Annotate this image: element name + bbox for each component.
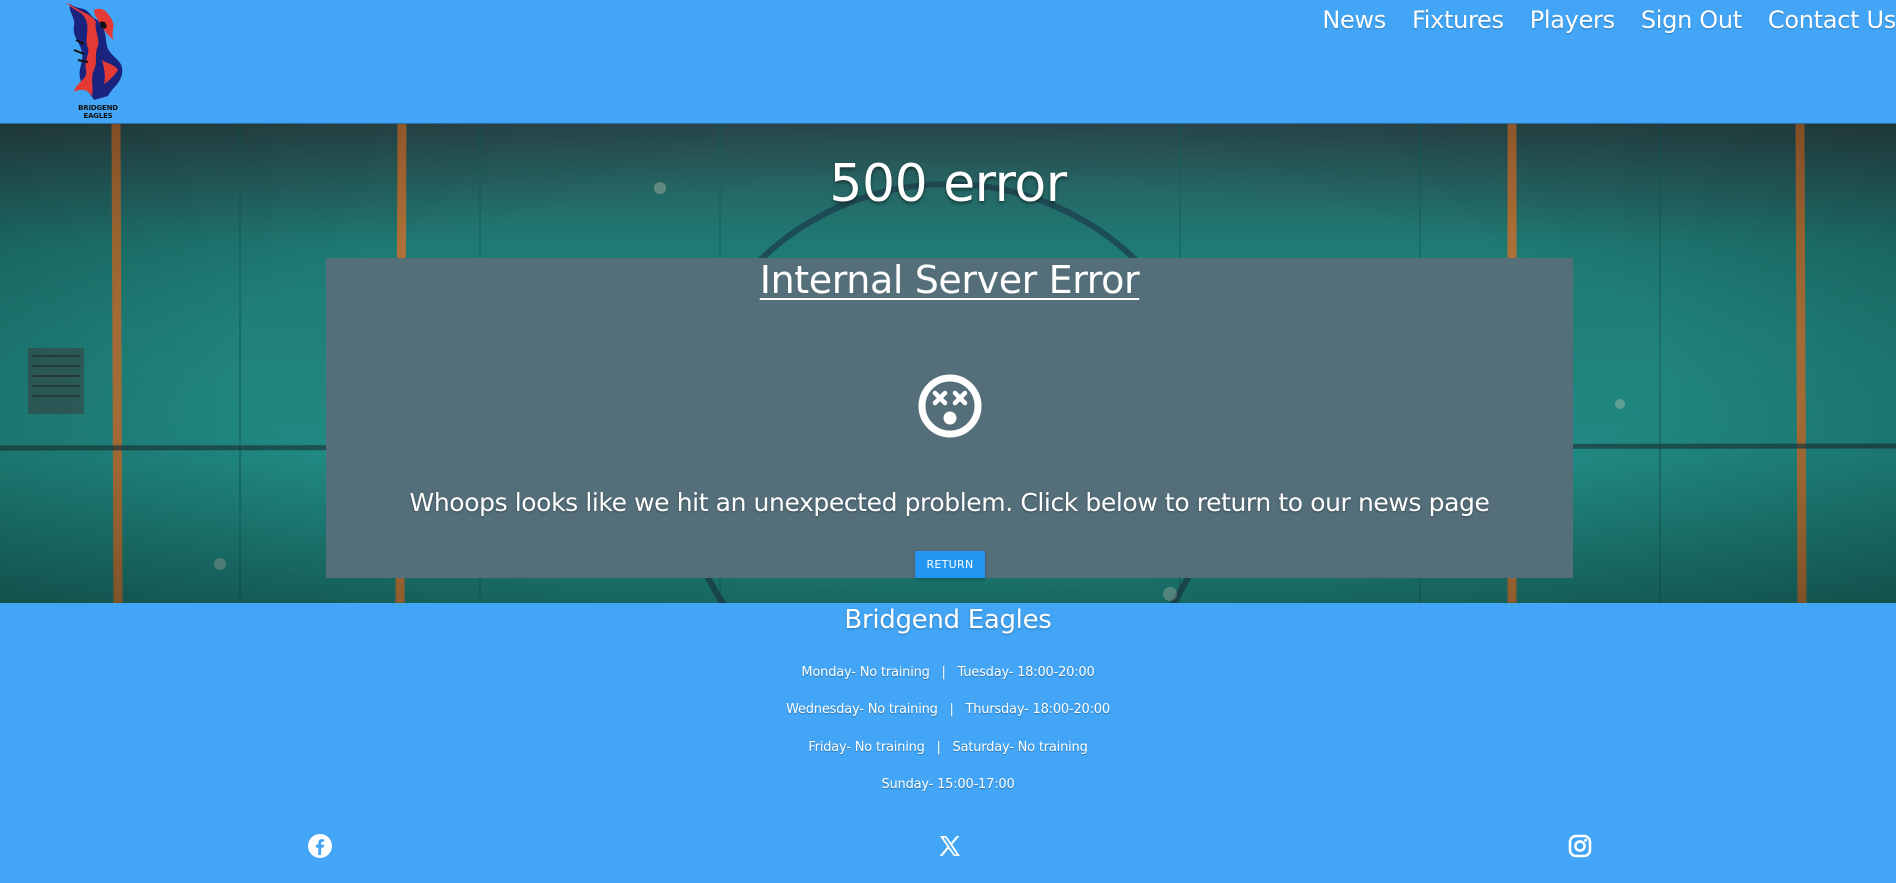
logo-text: BRIDGEND EAGLES	[78, 104, 118, 120]
site-header: BRIDGEND EAGLES News Fixtures Players Si…	[0, 0, 1896, 124]
main-nav: News Fixtures Players Sign Out Contact U…	[1322, 6, 1896, 34]
eagle-logo[interactable]: BRIDGEND EAGLES	[64, 0, 132, 122]
instagram-icon[interactable]	[1567, 833, 1593, 859]
hours-line: Friday- No training | Saturday- No train…	[808, 740, 1088, 755]
eagle-logo-icon	[66, 2, 123, 100]
site-footer: Bridgend Eagles Monday- No training | Tu…	[0, 603, 1896, 883]
footer-title: Bridgend Eagles	[844, 605, 1052, 635]
nav-contact-us[interactable]: Contact Us	[1768, 6, 1896, 34]
error-message: Whoops looks like we hit an unexpected p…	[409, 488, 1490, 517]
error-title: 500 error	[829, 154, 1067, 214]
error-heading: Internal Server Error	[759, 258, 1140, 302]
error-panel: Internal Server Error Whoops looks like …	[326, 258, 1573, 578]
nav-players[interactable]: Players	[1530, 6, 1615, 34]
hours-line: Monday- No training | Tuesday- 18:00-20:…	[801, 665, 1095, 680]
nav-news[interactable]: News	[1322, 6, 1386, 34]
dizzy-face-icon	[918, 374, 982, 438]
hero-section: 500 error Internal Server Error Whoops l…	[0, 124, 1896, 603]
nav-fixtures[interactable]: Fixtures	[1412, 6, 1504, 34]
x-twitter-icon[interactable]	[937, 833, 963, 859]
return-button[interactable]: RETURN	[915, 551, 985, 578]
nav-sign-out[interactable]: Sign Out	[1641, 6, 1742, 34]
facebook-icon[interactable]	[307, 833, 333, 859]
hours-line: Sunday- 15:00-17:00	[881, 777, 1015, 792]
hours-line: Wednesday- No training | Thursday- 18:00…	[786, 702, 1110, 717]
